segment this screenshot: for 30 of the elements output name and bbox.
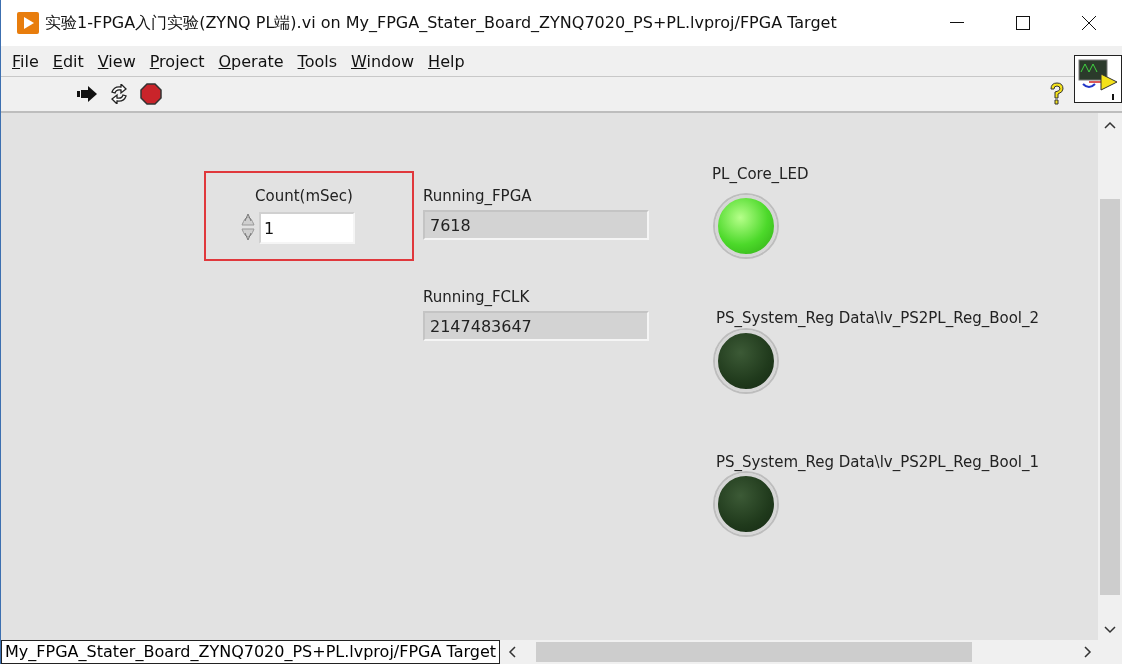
- indicator-label: Running_FCLK: [423, 288, 530, 306]
- menu-item[interactable]: View: [90, 51, 143, 71]
- led-label: PS_System_Reg Data\lv_PS2PL_Reg_Bool_1: [716, 453, 1040, 471]
- scroll-down-icon: [1104, 626, 1116, 634]
- menu-item[interactable]: File: [5, 51, 46, 71]
- menu-item[interactable]: Operate: [211, 51, 291, 71]
- menu-item[interactable]: Edit: [45, 51, 91, 71]
- numeric-indicator: 2147483647: [423, 311, 649, 341]
- scroll-right-icon: [1084, 646, 1092, 658]
- indicator-label: Running_FPGA: [423, 187, 532, 205]
- led-label: PL_Core_LED: [712, 165, 809, 183]
- menu-item[interactable]: Project: [142, 51, 212, 71]
- help-question-icon: [1048, 82, 1066, 106]
- menu-item[interactable]: Help: [421, 51, 472, 71]
- led-label: PS_System_Reg Data\lv_PS2PL_Reg_Bool_2: [716, 309, 1040, 327]
- window-title: 实验1-FPGA入门实验(ZYNQ PL端).vi on My_FPGA_Stater_Board_ZYNQ7020_PS+PL.lvproj/FPGA Target: [45, 12, 838, 34]
- stop-button-icon[interactable]: [139, 82, 163, 106]
- numeric-input-field[interactable]: 1: [259, 212, 355, 244]
- scroll-left-icon: [508, 646, 516, 658]
- vi-icon: [1074, 55, 1122, 103]
- scroll-up-icon: [1104, 121, 1116, 129]
- close-icon[interactable]: [1082, 16, 1096, 30]
- minimize-icon[interactable]: [950, 22, 964, 24]
- menu-item[interactable]: Window: [344, 51, 422, 71]
- menu-item[interactable]: Tools: [290, 51, 344, 71]
- control-label: Count(mSec): [255, 187, 353, 205]
- status-bar: My_FPGA_Stater_Board_ZYNQ7020_PS+PL.lvproj/FPGA Target: [1, 640, 500, 664]
- numeric-indicator: 7618: [423, 210, 649, 240]
- maximize-icon[interactable]: [1016, 16, 1030, 30]
- app-icon: [17, 12, 39, 34]
